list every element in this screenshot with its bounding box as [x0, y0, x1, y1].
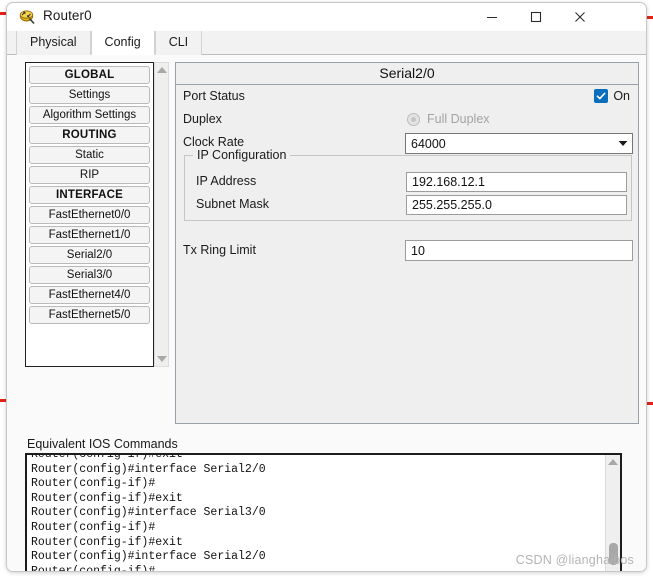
console-scroll-up-arrow-icon[interactable] [606, 455, 619, 469]
minimize-button[interactable] [470, 3, 514, 31]
sidebar-item-serial3-0[interactable]: Serial3/0 [29, 266, 150, 284]
sidebar-item-routing[interactable]: ROUTING [29, 126, 150, 144]
sidebar-item-settings[interactable]: Settings [29, 86, 150, 104]
navigation-list: GLOBAL Settings Algorithm Settings ROUTI… [25, 62, 154, 367]
radio-selected-icon [407, 112, 420, 126]
port-status-row: Port Status On [176, 87, 638, 110]
sidebar-item-fastethernet0-0[interactable]: FastEthernet0/0 [29, 206, 150, 224]
scroll-up-arrow-icon[interactable] [155, 63, 168, 77]
tx-ring-limit-input[interactable]: 10 [405, 240, 633, 261]
port-status-label: Port Status [183, 89, 245, 103]
close-button[interactable] [558, 3, 602, 31]
clock-rate-value: 64000 [411, 136, 446, 151]
sidebar-item-fastethernet5-0[interactable]: FastEthernet5/0 [29, 306, 150, 324]
sidebar-item-fastethernet4-0[interactable]: FastEthernet4/0 [29, 286, 150, 304]
port-status-on-label: On [613, 89, 630, 103]
duplex-row: Duplex Full Duplex [176, 110, 638, 133]
interface-config-panel: Serial2/0 Port Status On Duplex Full Dup… [175, 62, 639, 424]
tab-strip: Physical Config CLI [7, 31, 646, 55]
sidebar-item-rip[interactable]: RIP [29, 166, 150, 184]
checkmark-icon [596, 92, 606, 100]
duplex-option-label: Full Duplex [427, 112, 490, 126]
desktop-backdrop: Router0 Physical Config CLI GLOBAL Setti… [0, 0, 653, 576]
ip-configuration-group: IP Configuration IP Address 192.168.12.1… [184, 148, 632, 221]
sidebar-item-serial2-0[interactable]: Serial2/0 [29, 246, 150, 264]
router-config-window: Router0 Physical Config CLI GLOBAL Setti… [6, 2, 647, 572]
sidebar-item-static[interactable]: Static [29, 146, 150, 164]
port-status-checkbox[interactable] [594, 89, 609, 103]
panel-title: Serial2/0 [176, 63, 638, 85]
watermark-text: CSDN @lianghaibos [515, 553, 634, 567]
tab-physical[interactable]: Physical [16, 31, 91, 55]
sidebar-item-algorithm-settings[interactable]: Algorithm Settings [29, 106, 150, 124]
ip-address-label: IP Address [196, 174, 257, 188]
subnet-mask-row: Subnet Mask 255.255.255.0 [185, 195, 631, 218]
title-bar: Router0 [7, 3, 646, 31]
tx-ring-limit-value: 10 [411, 243, 425, 258]
subnet-mask-value: 255.255.255.0 [412, 198, 492, 212]
minimize-icon [487, 16, 497, 19]
scroll-down-arrow-icon[interactable] [155, 352, 168, 366]
tx-ring-limit-label: Tx Ring Limit [183, 243, 256, 257]
tab-cli[interactable]: CLI [154, 31, 203, 55]
chevron-down-icon [614, 140, 632, 147]
sidebar-item-interface[interactable]: INTERFACE [29, 186, 150, 204]
sidebar-scrollbar[interactable] [154, 62, 169, 367]
port-status-toggle[interactable]: On [594, 89, 630, 103]
ios-commands-label: Equivalent IOS Commands [27, 437, 178, 451]
ip-address-row: IP Address 192.168.12.1 [185, 172, 631, 195]
duplex-full-radio: Full Duplex [407, 112, 490, 126]
maximize-button[interactable] [514, 3, 558, 31]
tab-config[interactable]: Config [90, 31, 155, 55]
duplex-label: Duplex [183, 112, 222, 126]
ios-commands-text: Router(config-if)#exit Router(config)#in… [31, 453, 266, 572]
window-body: GLOBAL Settings Algorithm Settings ROUTI… [7, 55, 646, 571]
close-icon [575, 12, 585, 22]
subnet-mask-input[interactable]: 255.255.255.0 [406, 195, 627, 215]
ip-configuration-legend: IP Configuration [193, 148, 291, 162]
window-title: Router0 [43, 8, 92, 23]
router-icon [18, 8, 36, 26]
tx-ring-limit-row: Tx Ring Limit 10 [176, 240, 638, 264]
ip-address-value: 192.168.12.1 [412, 175, 485, 189]
sidebar-item-global[interactable]: GLOBAL [29, 66, 150, 84]
clock-rate-select[interactable]: 64000 [405, 133, 633, 154]
clock-rate-label: Clock Rate [183, 135, 245, 149]
sidebar-item-fastethernet1-0[interactable]: FastEthernet1/0 [29, 226, 150, 244]
subnet-mask-label: Subnet Mask [196, 197, 269, 211]
maximize-icon [530, 11, 542, 23]
ip-address-input[interactable]: 192.168.12.1 [406, 172, 627, 192]
